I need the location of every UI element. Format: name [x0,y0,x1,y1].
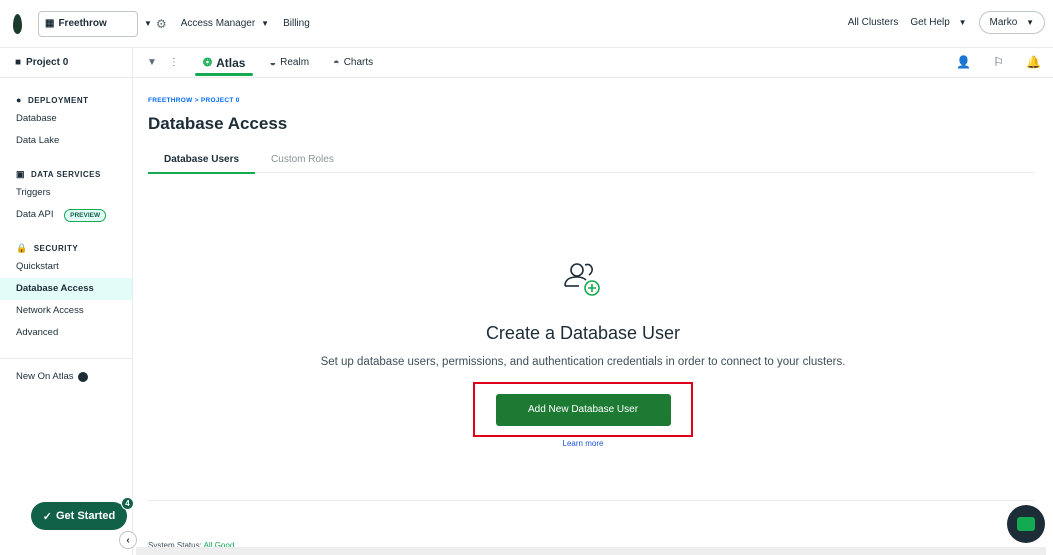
user-name: Marko [989,17,1018,28]
sidebar-item-label: Data API [16,209,54,220]
section-security: 🔒 SECURITY [0,240,132,256]
new-on-atlas-label: New On Atlas [16,371,74,382]
chevron-down-icon: ▼ [261,19,270,28]
get-started-count-badge: 4 [121,497,134,510]
mongodb-logo[interactable] [0,0,34,48]
divider [0,358,132,359]
collapse-sidebar-icon[interactable]: ‹ [119,531,137,549]
sidebar-item-triggers[interactable]: Triggers [0,182,132,204]
sidebar-item-data-api[interactable]: Data API PREVIEW [0,204,132,226]
sidebar-item-database[interactable]: Database [0,108,132,130]
breadcrumb[interactable]: FREETHROW > PROJECT 0 [148,97,1038,104]
activity-feed-icon[interactable]: ⚐ [993,55,1004,69]
highlight-box: Add New Database User [473,382,693,437]
user-menu[interactable]: Marko ▼ [978,11,1045,34]
sidebar: ● DEPLOYMENT Database Data Lake ▣ DATA S… [0,78,133,555]
sidebar-item-quickstart[interactable]: Quickstart [0,256,132,278]
info-dot-icon [77,371,88,382]
sidebar-item-network-access[interactable]: Network Access [0,300,132,322]
tab-realm[interactable]: ◒ Realm [269,48,309,78]
chat-support-button[interactable] [1007,505,1045,543]
main-content: FREETHROW > PROJECT 0 Database Access Da… [148,78,1038,555]
tab-atlas-label: Atlas [216,55,246,70]
invite-user-icon[interactable]: 👤 [956,55,971,69]
empty-state-title: Create a Database User [485,323,681,343]
section-label: SECURITY [33,243,79,253]
chat-bubble-icon [1017,517,1035,531]
empty-state-description: Set up database users, permissions, and … [320,356,846,368]
lock-icon: 🔒 [16,242,28,253]
folder-icon: ■ [15,57,22,68]
section-deployment: ● DEPLOYMENT [0,92,132,108]
tab-realm-label: Realm [280,57,310,68]
leaf-icon [12,13,22,34]
chevron-down-icon: ▼ [958,18,967,27]
atlas-icon: ❂ [202,57,213,69]
horizontal-scrollbar[interactable] [136,547,1046,555]
users-add-icon [564,263,600,296]
project-name: Project 0 [26,57,69,68]
new-on-atlas-link[interactable]: New On Atlas [0,371,132,382]
billing-label: Billing [283,18,310,29]
check-circle-icon: ✓ [42,510,52,523]
get-help-label: Get Help [910,17,950,28]
get-help-menu[interactable]: Get Help ▼ [910,17,966,28]
all-clusters-link[interactable]: All Clusters [848,17,899,28]
get-started-label: Get Started [55,510,116,522]
section-label: DEPLOYMENT [27,95,89,105]
tab-charts-label: Charts [343,57,374,68]
chevron-down-icon: ▼ [1026,18,1034,27]
empty-state: Create a Database User Set up database u… [148,256,1018,448]
learn-more-link[interactable]: Learn more [148,439,1018,448]
access-manager-label: Access Manager [180,18,256,29]
org-name: Freethrow [58,18,107,29]
tab-database-users[interactable]: Database Users [148,151,256,174]
org-selector[interactable]: ▦ Freethrow [38,10,138,37]
charts-icon: ◓ [333,56,340,69]
page-title: Database Access [148,114,288,133]
sidebar-item-data-lake[interactable]: Data Lake [0,130,132,152]
add-new-database-user-button[interactable]: Add New Database User [495,393,671,426]
get-started-button[interactable]: ✓ Get Started [31,502,127,530]
more-options-icon[interactable]: ⋮ [169,57,179,68]
tab-custom-roles[interactable]: Custom Roles [255,151,350,173]
tab-bar: Database Users Custom Roles [148,151,1035,174]
tab-charts[interactable]: ◓ Charts [333,48,373,78]
tab-atlas[interactable]: ❂ Atlas [194,48,253,78]
project-navbar: ■ Project 0 ▼ ⋮ ❂ Atlas ◒ Realm ◓ Charts [0,47,1053,78]
section-data-services: ▣ DATA SERVICES [0,166,132,182]
realm-icon: ◒ [269,56,277,69]
sidebar-item-database-access[interactable]: Database Access [0,278,132,300]
access-manager-menu[interactable]: Access Manager ▼ [181,18,269,29]
top-navbar: ▦ Freethrow ▼ ⚙ Access Manager ▼ Billing… [0,0,1053,48]
section-label: DATA SERVICES [31,169,101,179]
notification-bell-icon[interactable]: 🔔 [1026,55,1041,69]
footer-divider [148,500,1035,501]
preview-badge: PREVIEW [64,209,107,222]
org-dropdown-icon[interactable]: ▼ [144,19,152,28]
database-icon: ● [16,95,22,105]
sidebar-item-advanced[interactable]: Advanced [0,322,132,344]
gear-icon[interactable]: ⚙ [156,17,167,31]
data-services-icon: ▣ [16,168,26,179]
project-dropdown-icon[interactable]: ▼ [147,57,157,68]
billing-link[interactable]: Billing [283,18,310,29]
building-icon: ▦ [45,18,55,29]
project-selector[interactable]: ■ Project 0 [0,47,133,78]
